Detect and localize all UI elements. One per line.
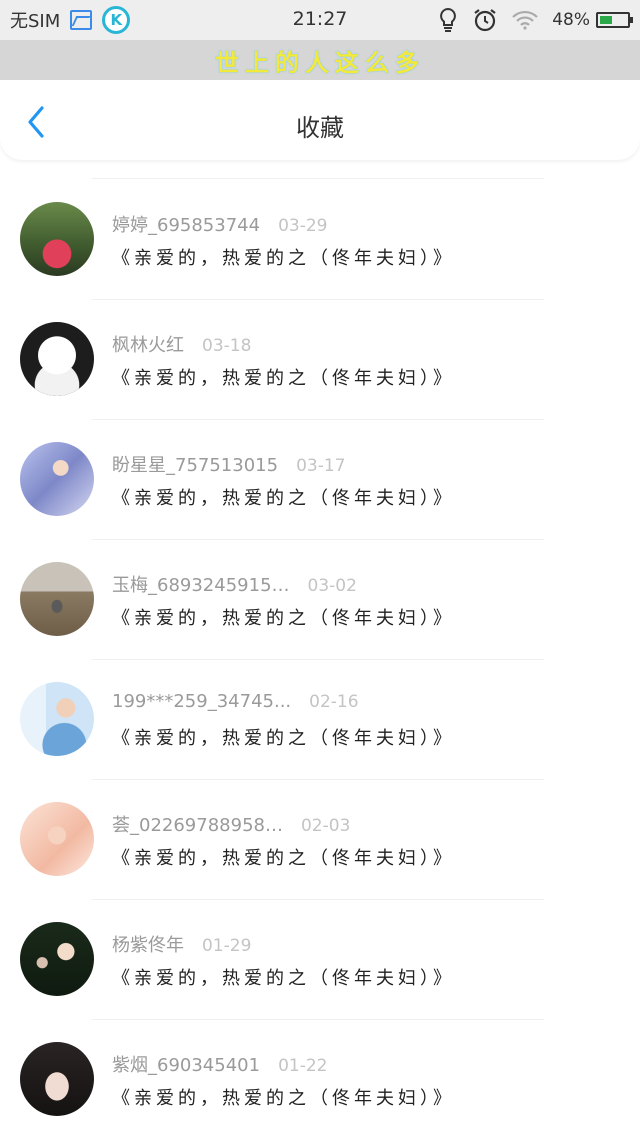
song-title[interactable]: 《亲爱的，热爱的之（佟年夫妇）》	[112, 244, 455, 270]
user-name[interactable]: 紫烟_690345401	[112, 1051, 260, 1077]
item-date: 03-17	[296, 456, 346, 476]
avatar[interactable]	[20, 562, 94, 636]
user-name[interactable]: 盼星星_757513015	[112, 451, 278, 477]
status-bar: 无SIM K 21:27 48%	[0, 0, 640, 40]
user-name[interactable]: 199***259_34745...	[112, 691, 291, 712]
song-title[interactable]: 《亲爱的，热爱的之（佟年夫妇）》	[112, 484, 455, 510]
avatar[interactable]	[20, 202, 94, 276]
list-item[interactable]: 婷婷_695853744 03-29 《亲爱的，热爱的之（佟年夫妇）》	[0, 180, 640, 300]
list-item[interactable]: 玉梅_6893245915… 03-02 《亲爱的，热爱的之（佟年夫妇）》	[0, 540, 640, 660]
avatar[interactable]	[20, 682, 94, 756]
item-date: 02-16	[309, 692, 359, 712]
avatar[interactable]	[20, 802, 94, 876]
song-title[interactable]: 《亲爱的，热爱的之（佟年夫妇）》	[112, 724, 455, 750]
user-name[interactable]: 玉梅_6893245915…	[112, 571, 290, 597]
page-title: 收藏	[296, 114, 344, 142]
song-title[interactable]: 《亲爱的，热爱的之（佟年夫妇）》	[112, 1084, 455, 1110]
status-right: 48%	[438, 6, 633, 34]
list-item[interactable]: 紫烟_690345401 01-22 《亲爱的，热爱的之（佟年夫妇）》	[0, 1020, 640, 1138]
user-name[interactable]: 杨紫佟年	[112, 931, 184, 957]
divider	[92, 178, 544, 179]
item-date: 03-18	[202, 336, 252, 356]
item-date: 02-03	[300, 816, 351, 836]
wifi-icon	[512, 10, 538, 30]
list-item[interactable]: 荟_02269788958… 02-03 《亲爱的，热爱的之（佟年夫妇）》	[0, 780, 640, 900]
battery-level	[600, 16, 613, 24]
user-name[interactable]: 枫林火红	[112, 331, 184, 357]
nav-bar: 收藏	[0, 80, 640, 160]
banner-text: 世上的人这么多	[215, 48, 425, 77]
battery-percent: 48%	[552, 10, 590, 30]
item-date: 03-29	[278, 216, 328, 236]
avatar[interactable]	[20, 1042, 94, 1116]
avatar[interactable]	[20, 442, 94, 516]
song-title[interactable]: 《亲爱的，热爱的之（佟年夫妇）》	[112, 604, 455, 630]
avatar[interactable]	[20, 922, 94, 996]
lightbulb-icon	[438, 7, 458, 33]
item-date: 01-29	[202, 936, 252, 956]
list-item[interactable]: 杨紫佟年 01-29 《亲爱的，热爱的之（佟年夫妇）》	[0, 900, 640, 1020]
item-date: 01-22	[278, 1056, 328, 1076]
song-title[interactable]: 《亲爱的，热爱的之（佟年夫妇）》	[112, 364, 455, 390]
user-name[interactable]: 荟_02269788958…	[112, 811, 283, 837]
banner: 世上的人这么多	[0, 40, 640, 80]
battery-icon	[596, 12, 633, 28]
alarm-icon	[472, 7, 498, 33]
list-item[interactable]: 199***259_34745... 02-16 《亲爱的，热爱的之（佟年夫妇）》	[0, 660, 640, 780]
list-item[interactable]: 枫林火红 03-18 《亲爱的，热爱的之（佟年夫妇）》	[0, 300, 640, 420]
list-item[interactable]: 盼星星_757513015 03-17 《亲爱的，热爱的之（佟年夫妇）》	[0, 420, 640, 540]
item-date: 03-02	[307, 576, 357, 596]
song-title[interactable]: 《亲爱的，热爱的之（佟年夫妇）》	[112, 844, 455, 870]
user-name[interactable]: 婷婷_695853744	[112, 211, 260, 237]
song-title[interactable]: 《亲爱的，热爱的之（佟年夫妇）》	[112, 964, 455, 990]
avatar[interactable]	[20, 322, 94, 396]
